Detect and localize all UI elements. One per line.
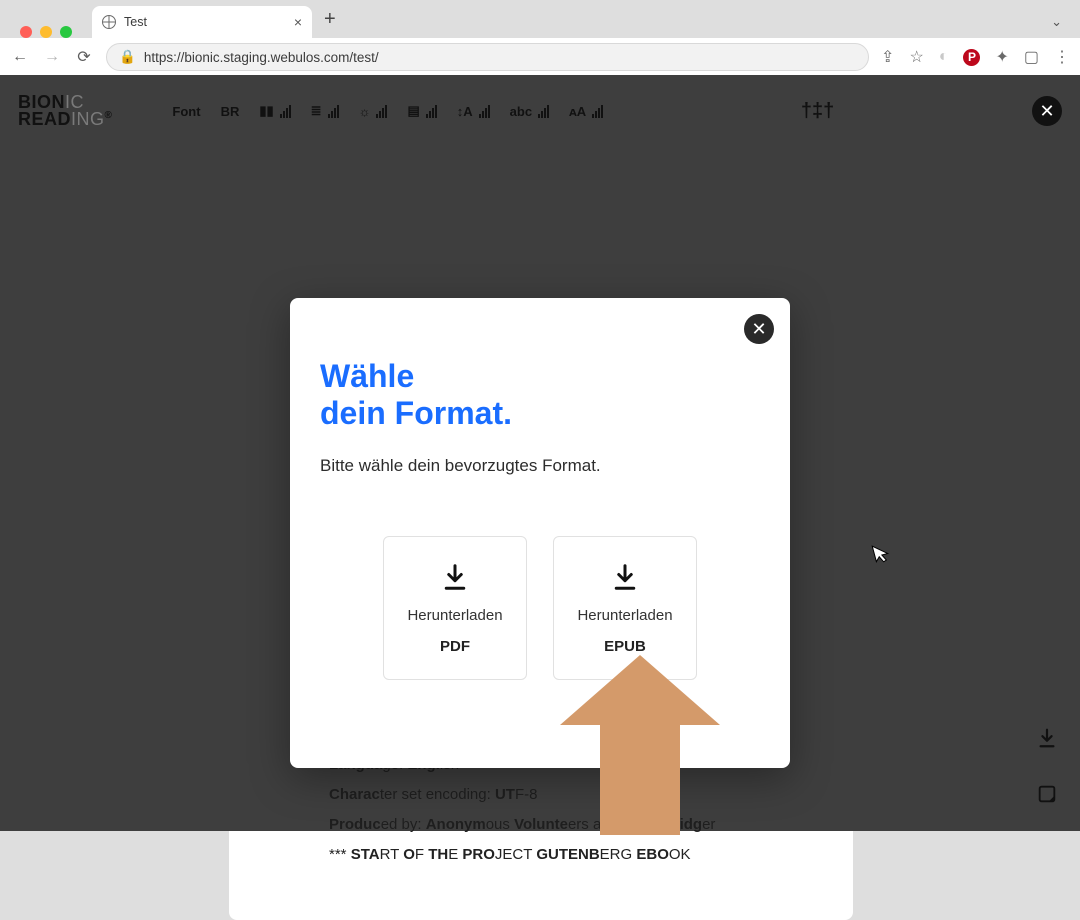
download-label: Herunterladen	[577, 607, 672, 624]
saccade-slider[interactable]: ≣	[311, 103, 339, 119]
floating-actions	[1036, 727, 1058, 811]
column-slider[interactable]: ▤	[407, 103, 436, 119]
url-text: https://bionic.staging.webulos.com/test/	[144, 50, 379, 65]
modal-title: Wähle dein Format.	[320, 358, 760, 432]
share-icon[interactable]: ⇪	[881, 47, 894, 67]
tab-title: Test	[124, 15, 147, 29]
br-button[interactable]: BR	[221, 104, 240, 119]
address-bar-row: ← → ⟳ 🔒 https://bionic.staging.webulos.c…	[0, 38, 1080, 75]
page-viewport: [Most recently updated: August 23, Langu…	[0, 75, 1080, 831]
format-label-pdf: PDF	[440, 638, 470, 655]
browser-chrome: Test × + ⌄ ← → ⟳ 🔒 https://bionic.stagin…	[0, 0, 1080, 75]
extensions-puzzle-icon[interactable]: ✦	[995, 47, 1008, 67]
tab-close-icon[interactable]: ×	[294, 14, 302, 30]
download-pdf-button[interactable]: Herunterladen PDF	[383, 536, 527, 680]
back-button[interactable]: ←	[10, 48, 30, 66]
maximize-window-icon[interactable]	[60, 26, 72, 38]
download-epub-button[interactable]: Herunterladen EPUB	[553, 536, 697, 680]
line-height-slider[interactable]: ↕A	[457, 104, 490, 119]
settings-sliders-icon[interactable]: †‡†	[801, 100, 834, 123]
modal-subtitle: Bitte wähle dein bevorzugtes Format.	[320, 456, 760, 476]
letter-spacing-slider[interactable]: abc	[510, 104, 549, 119]
font-size-slider[interactable]: ᴀA	[569, 104, 603, 119]
globe-icon	[102, 15, 116, 29]
app-logo: BIONIC READING®	[18, 94, 112, 128]
menu-icon[interactable]: ⋮	[1054, 47, 1070, 67]
tabs-overflow-icon[interactable]: ⌄	[1051, 14, 1062, 30]
fixation-slider[interactable]: ▮▮	[259, 103, 290, 119]
minimize-window-icon[interactable]	[40, 26, 52, 38]
download-icon	[610, 561, 640, 593]
notes-floating-icon[interactable]	[1036, 783, 1058, 811]
window-controls[interactable]	[10, 13, 84, 38]
download-label: Herunterladen	[407, 607, 502, 624]
pinterest-icon[interactable]: P	[963, 49, 980, 66]
close-window-icon[interactable]	[20, 26, 32, 38]
extension-icon[interactable]: ◐	[939, 48, 949, 66]
font-button[interactable]: Font	[172, 104, 200, 119]
reload-button[interactable]: ⟳	[74, 47, 94, 67]
app-toolbar: BIONIC READING® Font BR ▮▮ ≣ ☼ ▤ ↕A abc …	[0, 75, 1080, 147]
lock-icon: 🔒	[119, 49, 136, 65]
browser-tab[interactable]: Test ×	[92, 6, 312, 38]
tab-strip: Test × + ⌄	[0, 0, 1080, 38]
forward-button: →	[42, 48, 62, 66]
modal-close-button[interactable]: ✕	[744, 314, 774, 344]
format-label-epub: EPUB	[604, 638, 646, 655]
url-input[interactable]: 🔒 https://bionic.staging.webulos.com/tes…	[106, 43, 869, 71]
browser-toolbar-icons: ⇪ ☆ ◐ P ✦ ▢ ⋮	[881, 47, 1070, 67]
download-icon	[440, 561, 470, 593]
format-options: Herunterladen PDF Herunterladen EPUB	[320, 536, 760, 680]
panel-icon[interactable]: ▢	[1024, 47, 1039, 67]
download-floating-icon[interactable]	[1036, 727, 1058, 755]
new-tab-button[interactable]: +	[312, 8, 348, 31]
app-close-button[interactable]: ✕	[1032, 96, 1062, 126]
bookmark-icon[interactable]: ☆	[909, 47, 923, 67]
contrast-slider[interactable]: ☼	[359, 104, 388, 119]
format-modal: ✕ Wähle dein Format. Bitte wähle dein be…	[290, 298, 790, 768]
